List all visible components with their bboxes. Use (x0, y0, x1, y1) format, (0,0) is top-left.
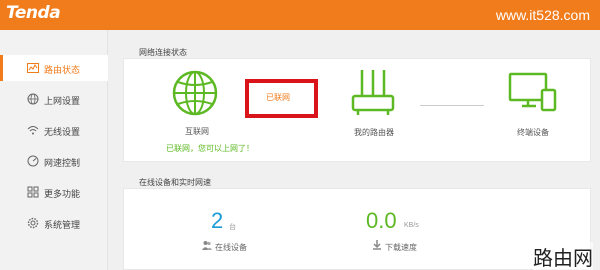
router-client-link-line (420, 105, 484, 106)
sidebar-item-router-status[interactable]: 路由状态 (0, 55, 108, 81)
router-icon (351, 70, 395, 115)
sidebar-item-internet-settings[interactable]: 上网设置 (0, 86, 108, 112)
online-devices-label: 在线设备 (215, 243, 247, 252)
users-icon (202, 241, 212, 250)
gear-icon (27, 217, 39, 229)
sidebar-item-speed-control[interactable]: 网速控制 (0, 148, 108, 174)
sidebar-item-label: 路由状态 (44, 65, 81, 75)
site-watermark-url: www.it528.com (495, 7, 590, 23)
connected-message: 已联网，您可以上网了！ (166, 144, 254, 153)
brand-logo[interactable]: Tenda (6, 3, 61, 23)
online-device-unit: 台 (229, 224, 236, 231)
top-header: Tenda www.it528.com (0, 0, 600, 30)
download-icon (373, 240, 381, 250)
sidebar-item-label: 上网设置 (44, 96, 81, 106)
sidebar-item-system-management[interactable]: 系统管理 (0, 210, 108, 236)
sidebar-item-label: 无线设置 (44, 127, 81, 137)
devices-speed-panel (123, 188, 591, 270)
grid-icon (27, 186, 39, 198)
wifi-icon (27, 126, 39, 135)
sidebar-item-label: 网速控制 (44, 158, 81, 168)
internet-globe-icon (172, 70, 218, 116)
devices-speed-title: 在线设备和实时网速 (139, 178, 211, 187)
connection-status-text: 已联网 (266, 93, 290, 102)
connection-status-highlight: 已联网 (245, 79, 318, 118)
router-label: 我的路由器 (354, 128, 394, 137)
sidebar-item-more-functions[interactable]: 更多功能 (0, 179, 108, 205)
online-device-count: 2 (211, 208, 224, 233)
sidebar-item-label: 更多功能 (44, 189, 81, 199)
network-status-title: 网络连接状态 (139, 48, 187, 57)
download-speed-unit: KB/s (404, 222, 419, 229)
status-icon (27, 63, 39, 73)
download-speed-value: 0.0 (366, 208, 397, 233)
globe-icon (27, 93, 39, 105)
sidebar-item-label: 系统管理 (44, 220, 81, 230)
download-speed-label: 下载速度 (385, 243, 417, 252)
speed-icon (27, 155, 39, 167)
sidebar: 路由状态 上网设置 无线设置 网速控制 更多功能 系统管理 (0, 30, 108, 270)
clients-label: 终端设备 (517, 128, 549, 137)
sidebar-item-wireless-settings[interactable]: 无线设置 (0, 117, 108, 143)
internet-label: 互联网 (185, 127, 209, 136)
client-devices-icon (508, 72, 557, 112)
corner-watermark: 路由网 (533, 242, 593, 270)
